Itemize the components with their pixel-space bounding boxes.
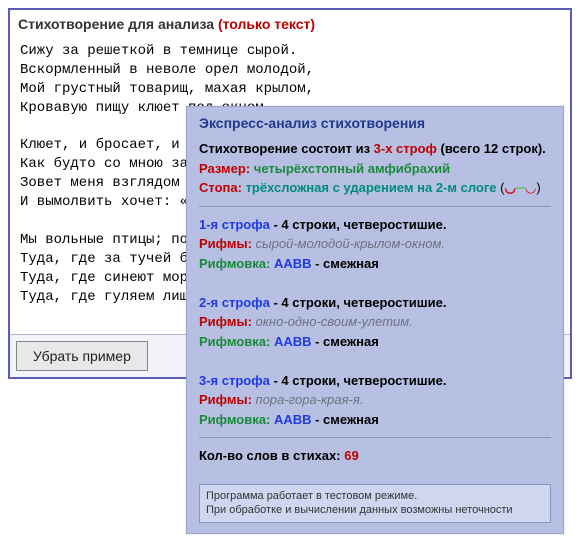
syllable-pattern: (◡─◡) <box>500 180 541 195</box>
stanza-lines: - 4 строки, четверостишие. <box>270 295 447 310</box>
summary-strof: 3-х строф <box>374 141 437 156</box>
analysis-summary: Стихотворение состоит из 3-х строф (всег… <box>199 139 551 159</box>
rhymes-label: Рифмы: <box>199 392 252 407</box>
stanza-block: 3-я строфа - 4 строки, четверостишие. Ри… <box>199 371 551 430</box>
foot-value: трёхсложная с ударением на 2-м слоге <box>246 180 497 195</box>
scheme-name: - смежная <box>312 334 379 349</box>
size-value: четырёхстопный амфибрахий <box>254 161 450 176</box>
footer-line: При обработке и вычислении данных возмож… <box>206 503 544 518</box>
stanza-num: 1-я строфа <box>199 217 270 232</box>
foot-label: Стопа: <box>199 180 242 195</box>
summary-suffix: (всего 12 строк). <box>437 141 546 156</box>
rhymes-label: Рифмы: <box>199 314 252 329</box>
scheme-code: ААВВ <box>274 334 312 349</box>
stanza-num: 2-я строфа <box>199 295 270 310</box>
scheme-label: Рифмовка: <box>199 334 270 349</box>
analysis-foot: Стопа: трёхсложная с ударением на 2-м сл… <box>199 178 551 198</box>
header-note: (только текст) <box>218 16 315 32</box>
rhymes-value: окно-одно-своим-улетим. <box>256 314 413 329</box>
analysis-title: Экспресс-анализ стихотворения <box>187 107 563 135</box>
words-value: 69 <box>344 448 358 463</box>
stanza-block: 1-я строфа - 4 строки, четверостишие. Ри… <box>199 215 551 274</box>
size-label: Размер: <box>199 161 250 176</box>
rhymes-label: Рифмы: <box>199 236 252 251</box>
rhymes-value: сырой-молодой-крылом-окном. <box>256 236 446 251</box>
scheme-code: ААВВ <box>274 412 312 427</box>
stanza-num: 3-я строфа <box>199 373 270 388</box>
footer-line: Программа работает в тестовом режиме. <box>206 489 544 504</box>
words-label: Кол-во слов в стихах: <box>199 448 341 463</box>
stanza-lines: - 4 строки, четверостишие. <box>270 373 447 388</box>
scheme-name: - смежная <box>312 256 379 271</box>
clear-example-button[interactable]: Убрать пример <box>16 341 148 371</box>
analysis-size: Размер: четырёхстопный амфибрахий <box>199 159 551 179</box>
header: Стихотворение для анализа (только текст) <box>10 10 570 34</box>
scheme-label: Рифмовка: <box>199 412 270 427</box>
divider <box>199 437 551 438</box>
header-title: Стихотворение для анализа <box>18 16 214 32</box>
analysis-footer-note: Программа работает в тестовом режиме. Пр… <box>199 484 551 524</box>
analysis-body: Стихотворение состоит из 3-х строф (всег… <box>187 135 563 476</box>
app-window: Стихотворение для анализа (только текст)… <box>8 8 572 379</box>
scheme-name: - смежная <box>312 412 379 427</box>
rhymes-value: пора-гора-края-я. <box>256 392 364 407</box>
summary-prefix: Стихотворение состоит из <box>199 141 374 156</box>
stanza-block: 2-я строфа - 4 строки, четверостишие. Ри… <box>199 293 551 352</box>
analysis-popup: Экспресс-анализ стихотворения Стихотворе… <box>186 106 564 534</box>
divider <box>199 206 551 207</box>
stanza-lines: - 4 строки, четверостишие. <box>270 217 447 232</box>
scheme-label: Рифмовка: <box>199 256 270 271</box>
scheme-code: ААВВ <box>274 256 312 271</box>
word-count: Кол-во слов в стихах: 69 <box>199 446 551 466</box>
